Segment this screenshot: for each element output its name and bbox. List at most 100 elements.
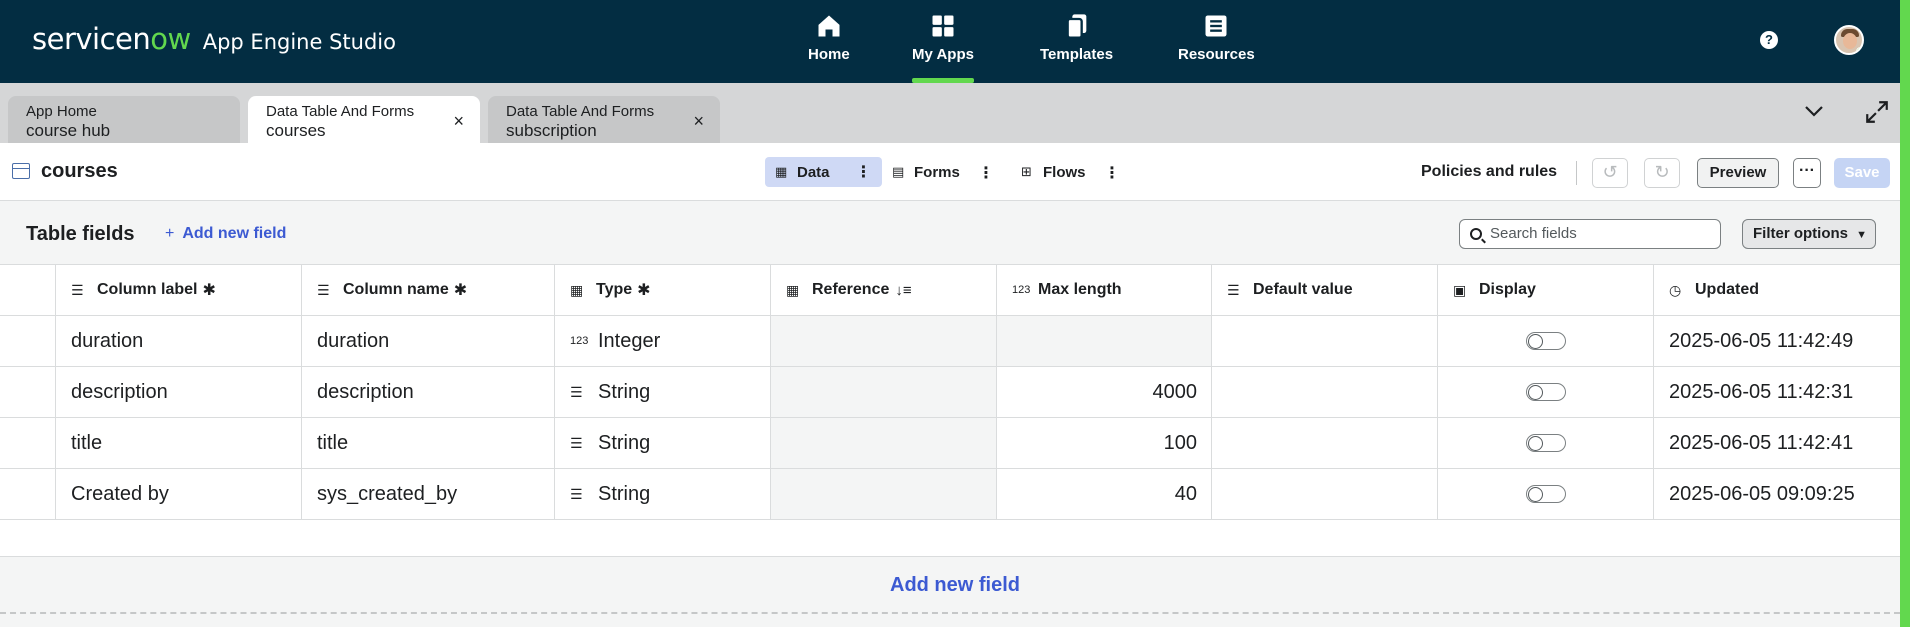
table-row[interactable]: Created by sys_created_by ☰ String 40 202… bbox=[0, 469, 1900, 520]
save-button[interactable]: Save bbox=[1834, 158, 1890, 188]
cell-column-label[interactable]: title bbox=[55, 418, 302, 468]
cell-column-name[interactable]: description bbox=[301, 367, 555, 417]
number-icon: 123 bbox=[1012, 284, 1031, 296]
display-toggle[interactable] bbox=[1526, 383, 1566, 401]
add-new-field-label: Add new field bbox=[182, 225, 287, 242]
tab-forms[interactable]: ▤ Forms bbox=[882, 157, 970, 187]
add-new-field-button[interactable]: + Add new field bbox=[165, 225, 286, 243]
tab-courses[interactable]: Data Table And Forms courses × bbox=[248, 96, 480, 143]
cell-default-value[interactable] bbox=[1211, 418, 1438, 468]
servicenow-logo[interactable]: servicenow App Engine Studio bbox=[32, 22, 396, 56]
cell-default-value[interactable] bbox=[1211, 367, 1438, 417]
table-icon: ▦ bbox=[775, 164, 788, 179]
integer-icon: 123 bbox=[570, 335, 589, 347]
column-header-updated[interactable]: ◷ Updated bbox=[1653, 265, 1900, 315]
policies-and-rules-link[interactable]: Policies and rules bbox=[1421, 163, 1557, 181]
workspace-tab-bar: App Home course hub Data Table And Forms… bbox=[0, 83, 1900, 143]
nav-templates[interactable]: Templates bbox=[1040, 12, 1113, 83]
cell-column-label[interactable]: Created by bbox=[55, 469, 302, 519]
help-icon[interactable]: ? bbox=[1760, 31, 1778, 49]
close-icon[interactable]: × bbox=[693, 111, 704, 132]
chevron-down-icon[interactable] bbox=[1802, 99, 1826, 123]
row-select-cell[interactable] bbox=[0, 469, 56, 519]
column-header-label[interactable]: ☰ Column label ✱ bbox=[55, 265, 302, 315]
cell-reference[interactable] bbox=[770, 367, 997, 417]
type-text: String bbox=[598, 380, 651, 403]
more-vertical-icon[interactable]: ⋮ bbox=[856, 162, 872, 182]
display-toggle[interactable] bbox=[1526, 434, 1566, 452]
cell-column-label[interactable]: description bbox=[55, 367, 302, 417]
tab-subtitle: course hub bbox=[26, 121, 111, 140]
app-name: App Engine Studio bbox=[202, 30, 396, 54]
cell-type[interactable]: ☰ String bbox=[554, 418, 771, 468]
reference-icon: ▦ bbox=[786, 281, 800, 298]
table-row[interactable]: description description ☰ String 4000 202… bbox=[0, 367, 1900, 418]
table-row[interactable]: duration duration 123 Integer 2025-06-05 … bbox=[0, 316, 1900, 367]
tab-subscription[interactable]: Data Table And Forms subscription × bbox=[488, 96, 720, 143]
cell-max-length[interactable]: 40 bbox=[996, 469, 1212, 519]
nav-my-apps[interactable]: My Apps bbox=[912, 12, 974, 83]
tab-subtitle: subscription bbox=[506, 121, 597, 140]
string-icon: ☰ bbox=[570, 383, 583, 400]
column-header-reference[interactable]: ▦ Reference ↓≡ bbox=[770, 265, 997, 315]
more-options-button[interactable]: ··· bbox=[1793, 158, 1821, 188]
row-select-cell[interactable] bbox=[0, 418, 56, 468]
column-header-name[interactable]: ☰ Column name ✱ bbox=[301, 265, 555, 315]
cell-type[interactable]: 123 Integer bbox=[554, 316, 771, 366]
text-icon: ☰ bbox=[317, 281, 330, 298]
filter-options-button[interactable]: Filter options ▼ bbox=[1742, 219, 1876, 249]
undo-icon[interactable]: ↺ bbox=[1592, 158, 1628, 188]
redo-icon[interactable]: ↻ bbox=[1644, 158, 1680, 188]
more-vertical-icon[interactable]: ⋮ bbox=[978, 163, 994, 183]
logo-text: servicen bbox=[32, 22, 151, 56]
cell-reference[interactable] bbox=[770, 316, 997, 366]
more-vertical-icon[interactable]: ⋮ bbox=[1104, 163, 1120, 183]
cell-reference[interactable] bbox=[770, 418, 997, 468]
column-header-text: Reference bbox=[812, 281, 890, 298]
cell-max-length[interactable]: 100 bbox=[996, 418, 1212, 468]
nav-home[interactable]: Home bbox=[808, 12, 850, 83]
tab-flows[interactable]: ⊞ Flows bbox=[1011, 157, 1096, 187]
cell-column-name[interactable]: duration bbox=[301, 316, 555, 366]
resize-handle[interactable] bbox=[0, 612, 1900, 614]
section-title: Table fields bbox=[26, 223, 135, 245]
add-new-field-bottom-button[interactable]: Add new field bbox=[0, 574, 1910, 597]
display-toggle[interactable] bbox=[1526, 485, 1566, 503]
search-input[interactable]: Search fields bbox=[1459, 219, 1721, 249]
tab-app-home[interactable]: App Home course hub bbox=[8, 96, 240, 143]
row-select-cell[interactable] bbox=[0, 316, 56, 366]
form-icon: ▤ bbox=[892, 164, 905, 179]
cell-max-length[interactable] bbox=[996, 316, 1212, 366]
preview-button[interactable]: Preview bbox=[1697, 158, 1779, 188]
display-toggle[interactable] bbox=[1526, 332, 1566, 350]
cell-column-label[interactable]: duration bbox=[55, 316, 302, 366]
cell-updated: 2025-06-05 11:42:31 bbox=[1653, 367, 1900, 417]
nav-resources[interactable]: Resources bbox=[1178, 12, 1255, 83]
type-text: String bbox=[598, 482, 651, 505]
cell-max-length[interactable]: 4000 bbox=[996, 367, 1212, 417]
column-header-type[interactable]: ▦ Type ✱ bbox=[554, 265, 771, 315]
close-icon[interactable]: × bbox=[453, 111, 464, 132]
cell-type[interactable]: ☰ String bbox=[554, 367, 771, 417]
tab-flows-label: Flows bbox=[1043, 163, 1086, 181]
expand-icon[interactable] bbox=[1864, 99, 1890, 125]
column-header-max-length[interactable]: 123 Max length bbox=[996, 265, 1212, 315]
cell-column-name[interactable]: sys_created_by bbox=[301, 469, 555, 519]
tab-data[interactable]: ▦ Data ⋮ bbox=[765, 157, 882, 187]
table-row[interactable]: title title ☰ String 100 2025-06-05 11:42… bbox=[0, 418, 1900, 469]
cell-column-name[interactable]: title bbox=[301, 418, 555, 468]
sort-icon[interactable]: ↓≡ bbox=[895, 282, 911, 299]
column-header-display[interactable]: ▣ Display bbox=[1437, 265, 1654, 315]
cell-reference[interactable] bbox=[770, 469, 997, 519]
text-icon: ☰ bbox=[71, 281, 84, 298]
cell-default-value[interactable] bbox=[1211, 316, 1438, 366]
avatar[interactable] bbox=[1834, 25, 1864, 55]
cell-default-value[interactable] bbox=[1211, 469, 1438, 519]
row-select-cell[interactable] bbox=[0, 367, 56, 417]
column-header-default-value[interactable]: ☰ Default value bbox=[1211, 265, 1438, 315]
cell-type[interactable]: ☰ String bbox=[554, 469, 771, 519]
grid-icon bbox=[932, 15, 954, 37]
page-title: courses bbox=[41, 160, 118, 182]
required-icon: ✱ bbox=[453, 282, 468, 299]
nav-resources-label: Resources bbox=[1178, 46, 1255, 63]
